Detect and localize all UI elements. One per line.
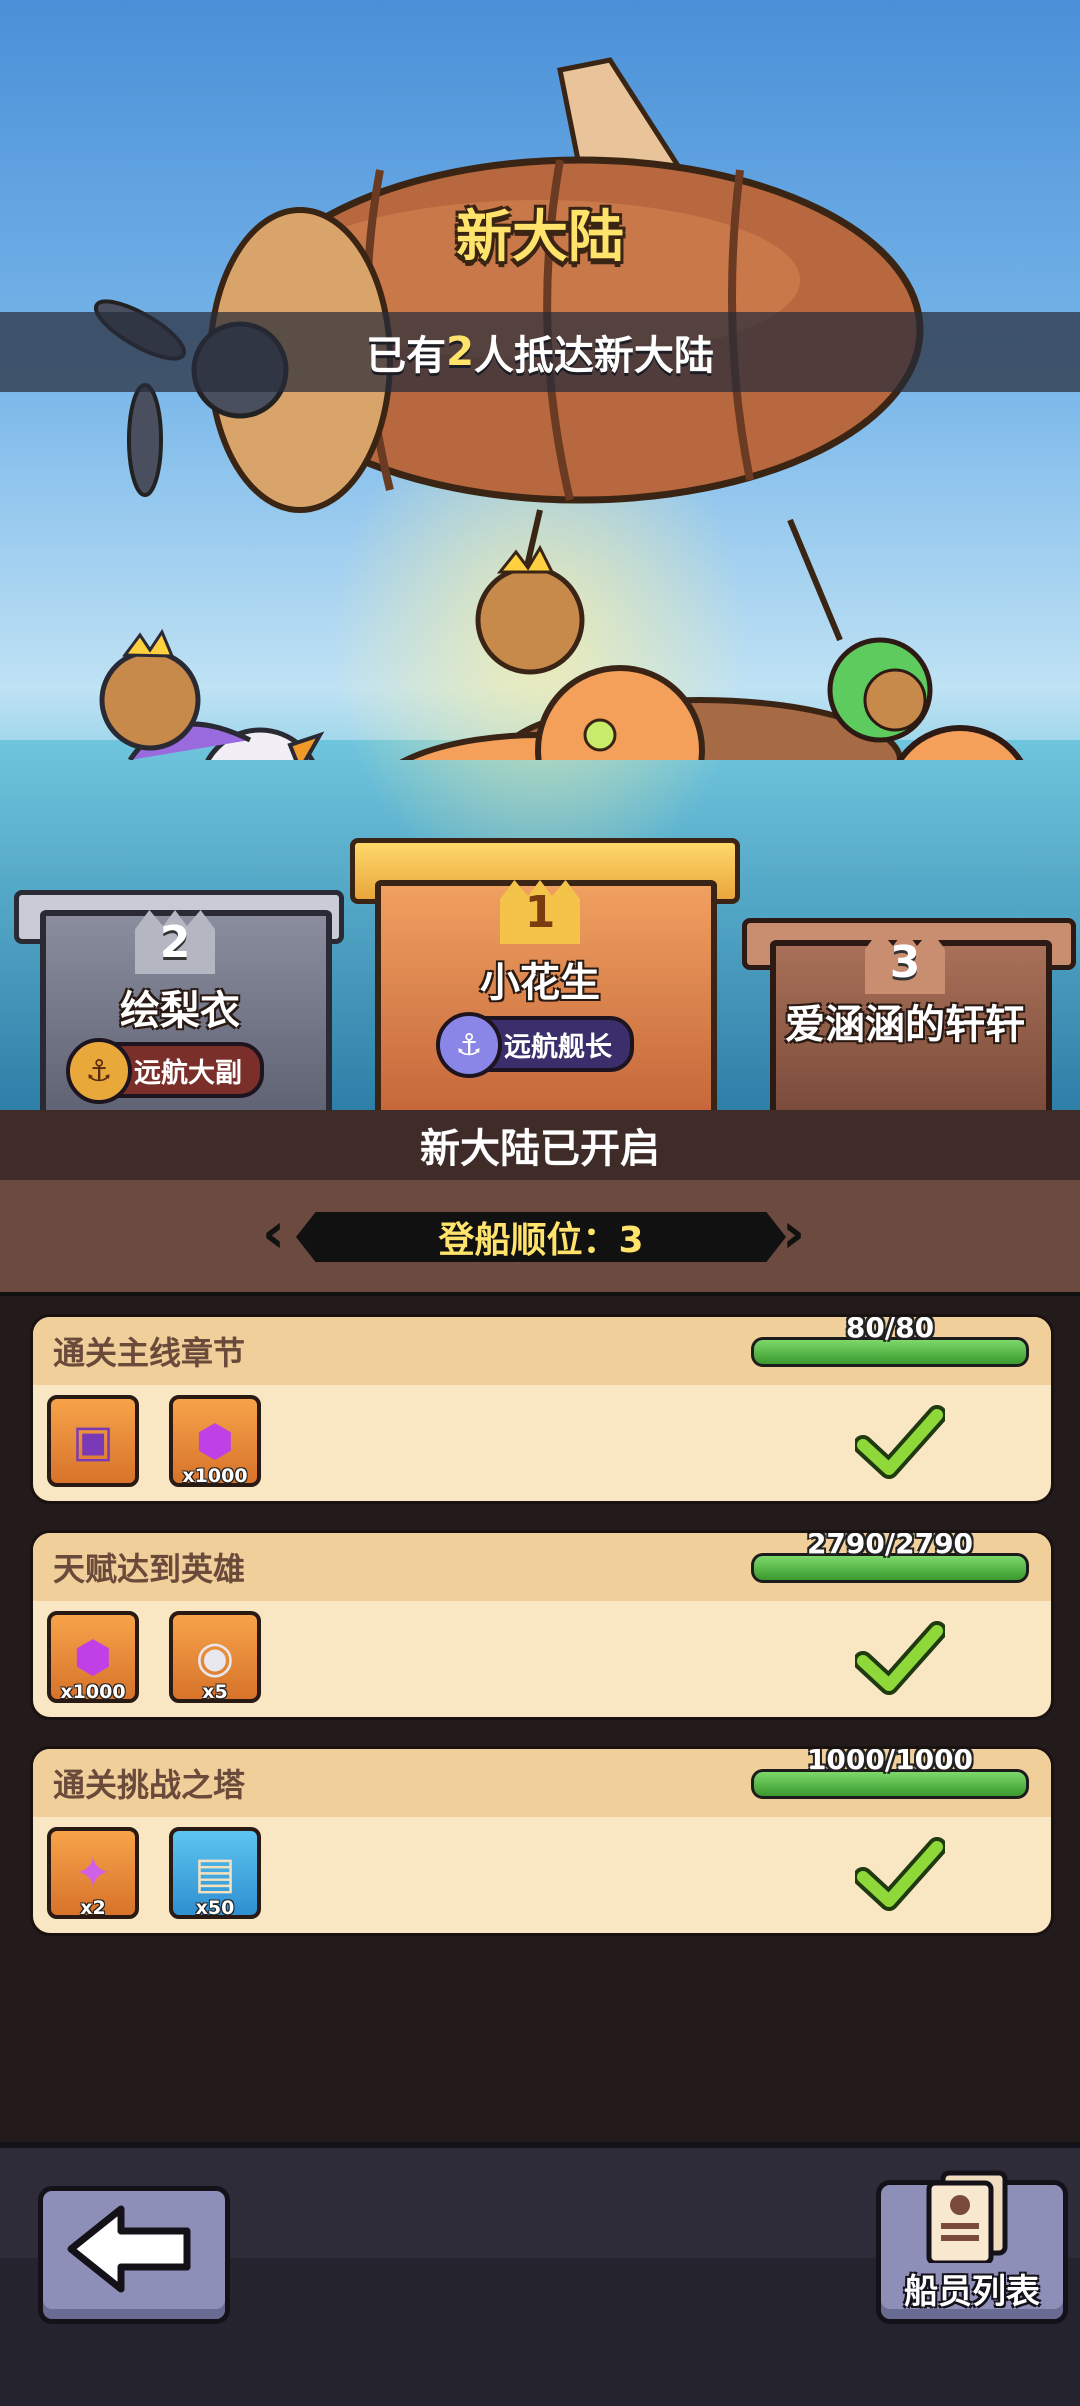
task-name: 通关主线章节 — [53, 1334, 246, 1372]
task-card: 通关主线章节 80/80 ▣ ⬢ x1000 — [30, 1314, 1054, 1504]
scroll-icon: ▤ — [194, 1847, 236, 1899]
progress-bar: 1000/1000 — [751, 1749, 1029, 1799]
task-card: 天赋达到英雄 2790/2790 ⬢ x1000 ◉ x5 — [30, 1530, 1054, 1720]
checkmark-icon — [855, 1405, 945, 1479]
right-chevron-icon: › — [782, 1201, 806, 1266]
airship-scene: 新大陆 已有 2 人抵达新大陆 2 1 3 绘梨衣 小花生 爱涵涵的轩轩 ⚓ 远… — [0, 0, 1080, 1110]
anchor-icon: ⚓ — [66, 1038, 132, 1104]
first-mate-label: 远航大副 — [134, 1057, 242, 1089]
arrival-banner: 已有 2 人抵达新大陆 — [0, 312, 1080, 392]
progress-bar: 2790/2790 — [751, 1533, 1029, 1583]
crew-list-label: 船员列表 — [904, 2272, 1040, 2312]
progress-text: 2790/2790 — [806, 1530, 974, 1560]
player-3-name[interactable]: 爱涵涵的轩轩 — [760, 992, 1050, 1050]
task-header: 通关主线章节 80/80 — [33, 1317, 1051, 1385]
back-button[interactable] — [38, 2186, 230, 2324]
left-chevron-icon: ‹ — [262, 1201, 286, 1266]
captain-label: 远航舰长 — [504, 1031, 612, 1063]
progress-text: 1000/1000 — [806, 1746, 974, 1776]
crew-document-icon — [926, 2170, 1008, 2263]
first-mate-badge: ⚓ 远航大副 — [66, 1038, 264, 1104]
player-2-name[interactable]: 绘梨衣 — [40, 978, 320, 1036]
task-card: 通关挑战之塔 1000/1000 ✦ x2 ▤ x50 — [30, 1746, 1054, 1936]
opened-label: 新大陆已开启 — [420, 1126, 660, 1172]
rank-2-crown-badge: 2 — [135, 910, 215, 974]
checkmark-icon — [855, 1621, 945, 1695]
progress-bar: 80/80 — [751, 1317, 1029, 1367]
reward-item[interactable]: ▤ x50 — [169, 1827, 261, 1919]
crew-list-button[interactable]: 船员列表 — [876, 2170, 1068, 2324]
purple-gem-icon: ⬢ — [73, 1631, 113, 1683]
reward-item[interactable]: ▣ — [47, 1395, 139, 1487]
arrival-suffix: 人抵达新大陆 — [473, 333, 714, 379]
reward-item[interactable]: ◉ x5 — [169, 1611, 261, 1703]
player-1-name[interactable]: 小花生 — [375, 950, 705, 1008]
reward-item[interactable]: ⬢ x1000 — [169, 1395, 261, 1487]
task-name: 天赋达到英雄 — [53, 1550, 246, 1588]
reward-count: x2 — [80, 1897, 106, 1919]
reward-count: x5 — [202, 1681, 228, 1703]
purple-gem-icon: ⬢ — [195, 1415, 235, 1467]
silver-coin-icon: ◉ — [195, 1631, 235, 1683]
arrival-count: 2 — [446, 329, 474, 375]
task-header: 通关挑战之塔 1000/1000 — [33, 1749, 1051, 1817]
rank-1-crown-badge: 1 — [500, 880, 580, 944]
task-name: 通关挑战之塔 — [53, 1766, 246, 1804]
reward-count: x1000 — [60, 1681, 126, 1703]
progress-text: 80/80 — [845, 1314, 935, 1344]
anchor-icon: ⚓ — [436, 1012, 502, 1078]
rank-3-crown-badge: 3 — [865, 930, 945, 994]
page-title: 新大陆 — [456, 205, 624, 270]
treasure-chest-icon: ▣ — [72, 1415, 114, 1467]
reward-count: x50 — [195, 1897, 235, 1919]
task-header: 天赋达到英雄 2790/2790 — [33, 1533, 1051, 1601]
reward-count: x1000 — [182, 1465, 248, 1487]
boarding-order-label: 登船顺位：3 — [296, 1212, 786, 1262]
checkmark-icon — [855, 1837, 945, 1911]
reward-item[interactable]: ⬢ x1000 — [47, 1611, 139, 1703]
arrival-prefix: 已有 — [366, 333, 447, 379]
back-arrow-icon — [67, 2205, 191, 2293]
reward-item[interactable]: ✦ x2 — [47, 1827, 139, 1919]
opened-status-bar: 新大陆已开启 — [0, 1110, 1080, 1180]
captain-badge: ⚓ 远航舰长 — [436, 1012, 634, 1078]
magic-scepter-icon: ✦ — [74, 1847, 112, 1899]
